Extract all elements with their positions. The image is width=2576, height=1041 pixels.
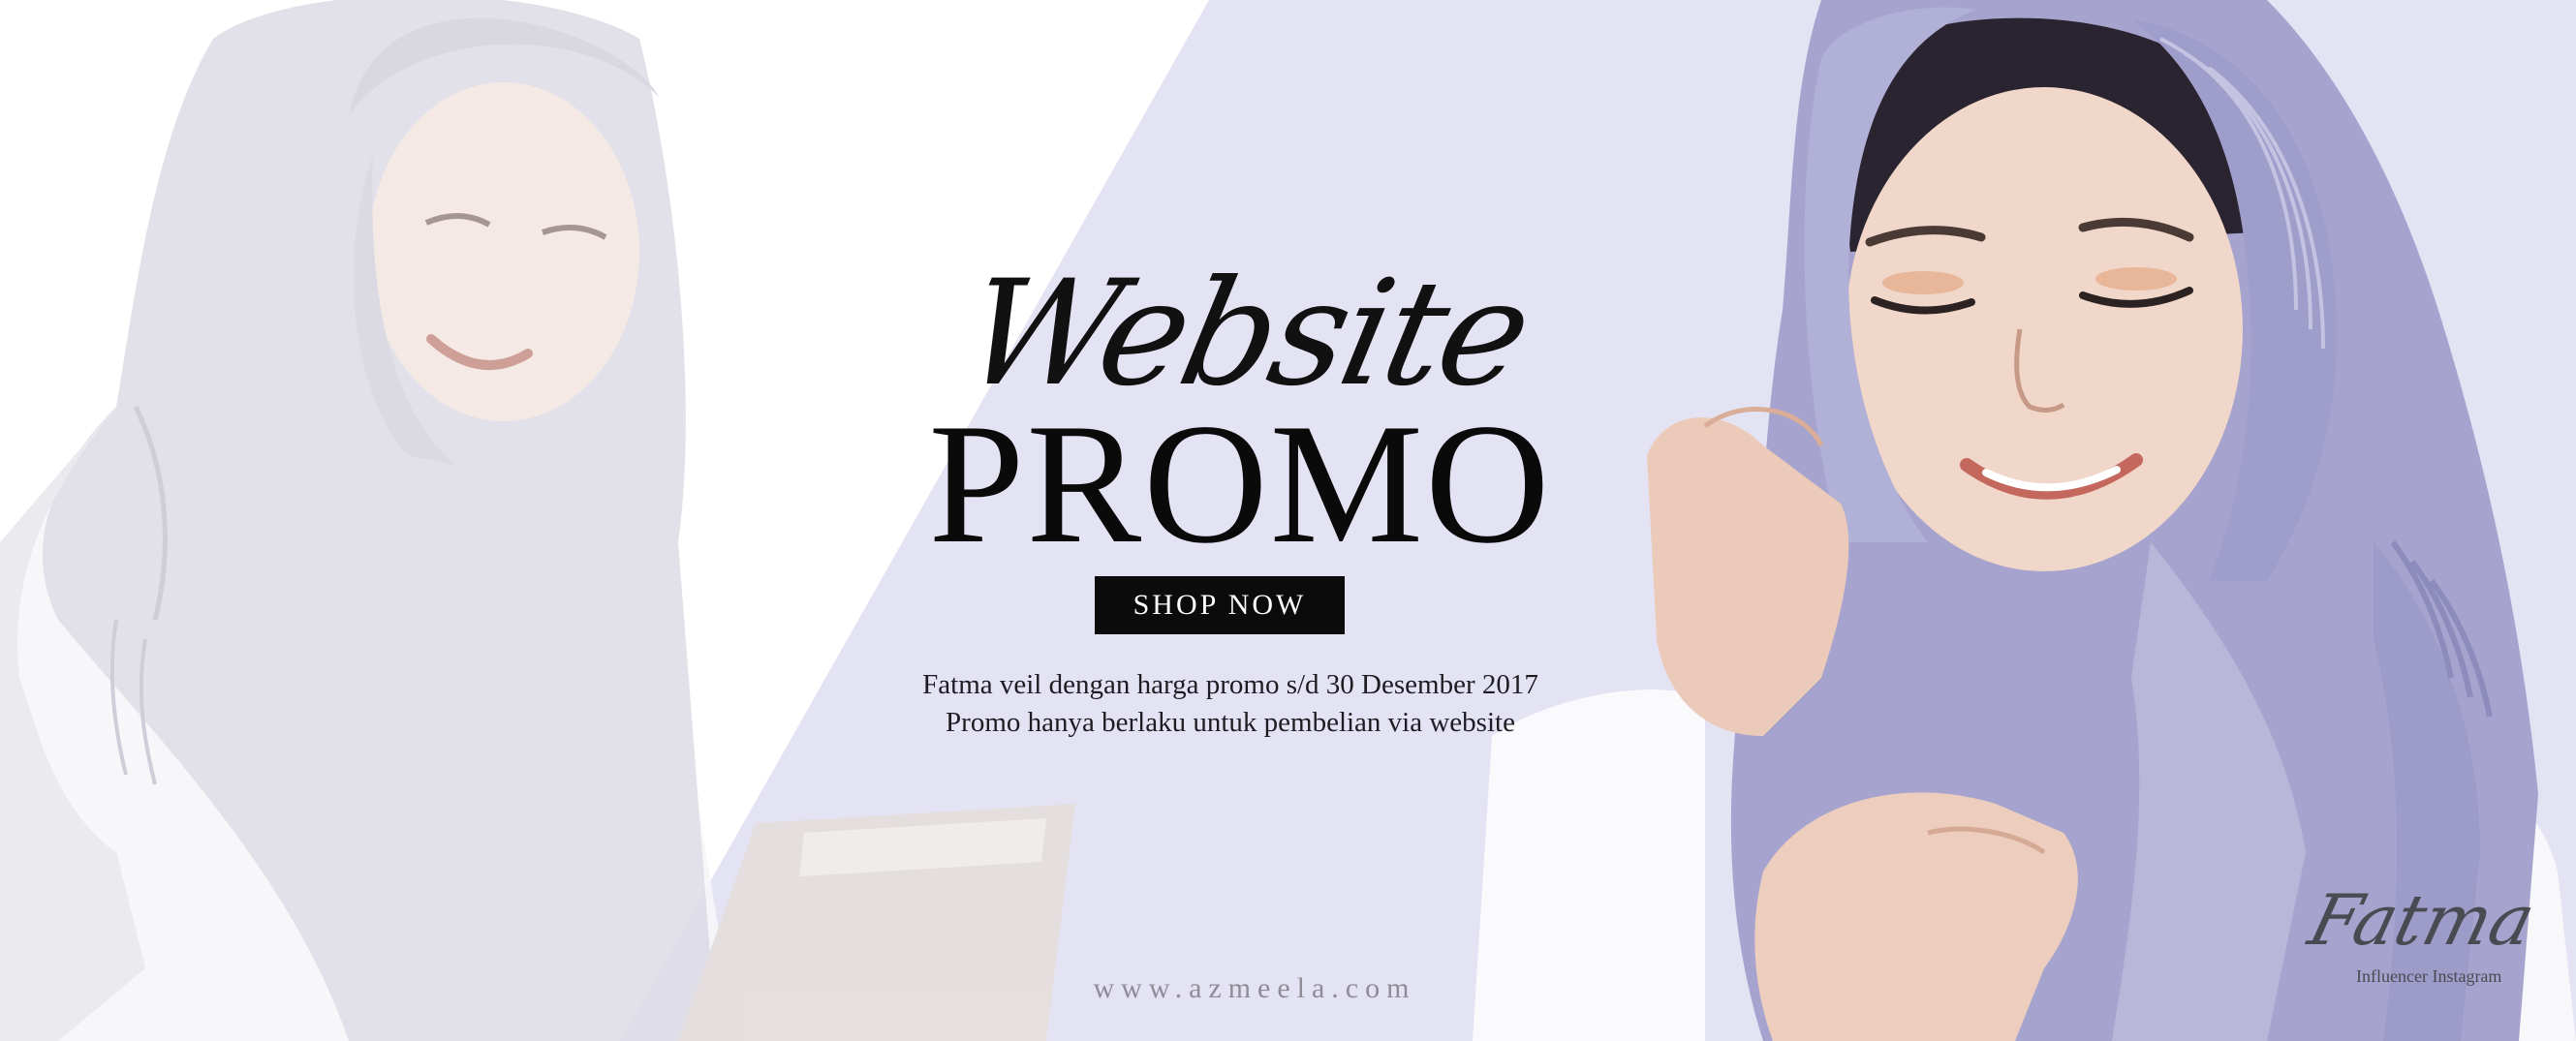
shop-now-button[interactable]: SHOP NOW [1095, 576, 1345, 634]
influencer-signature: Fatma Influencer Instagram [2302, 879, 2543, 997]
promo-description-line: Fatma veil dengan harga promo s/d 30 Des… [922, 669, 1538, 700]
website-script-title: Website [950, 250, 1542, 418]
promo-description: Fatma veil dengan harga promo s/d 30 Des… [833, 666, 1628, 742]
promo-title: PROMO [928, 387, 1552, 579]
signature-name: Fatma [2301, 879, 2543, 961]
promo-banner: Website PROMO SHOP NOW Fatma veil dengan… [0, 0, 2576, 1041]
website-url-link[interactable]: www.azmeela.com [998, 972, 1511, 1005]
signature-caption: Influencer Instagram [2356, 966, 2502, 986]
promo-description-line: Promo hanya berlaku untuk pembelian via … [946, 707, 1515, 738]
